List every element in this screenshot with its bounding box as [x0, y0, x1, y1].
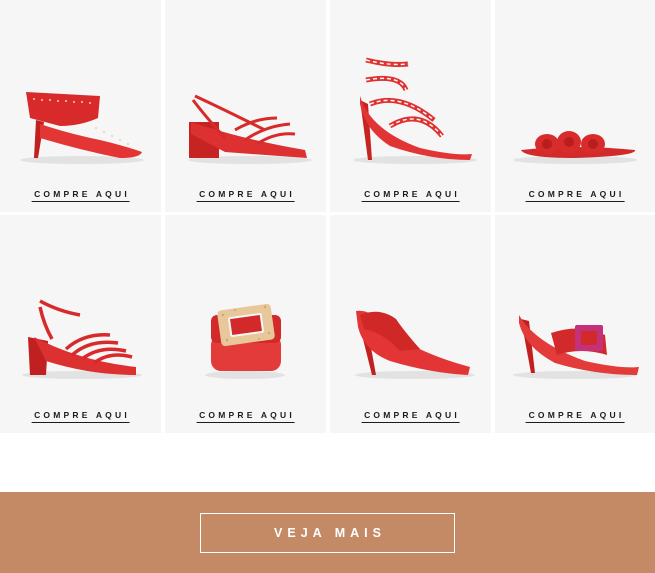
see-more-banner: VEJA MAIS: [0, 492, 655, 573]
buy-link[interactable]: COMPRE AQUI: [196, 410, 295, 423]
product-card[interactable]: COMPRE AQUI: [330, 215, 491, 433]
product-card[interactable]: COMPRE AQUI: [165, 0, 326, 212]
product-image[interactable]: [330, 0, 491, 178]
buy-link[interactable]: COMPRE AQUI: [525, 410, 625, 423]
see-more-button[interactable]: VEJA MAIS: [200, 513, 455, 553]
product-image[interactable]: [0, 215, 161, 393]
product-card[interactable]: COMPRE AQUI: [495, 215, 655, 433]
buy-link[interactable]: COMPRE AQUI: [196, 189, 295, 202]
product-grid: COMPRE AQUI COMPRE AQUI COMPRE AQUI COMP…: [0, 0, 655, 433]
product-image[interactable]: [165, 0, 326, 178]
product-image[interactable]: [330, 215, 491, 393]
product-card[interactable]: COMPRE AQUI: [330, 0, 491, 212]
product-image[interactable]: [495, 215, 655, 393]
buy-link[interactable]: COMPRE AQUI: [31, 410, 130, 423]
product-card[interactable]: COMPRE AQUI: [0, 0, 161, 212]
product-card[interactable]: COMPRE AQUI: [0, 215, 161, 433]
product-image[interactable]: [0, 0, 161, 178]
product-card[interactable]: COMPRE AQUI: [165, 215, 326, 433]
buy-link[interactable]: COMPRE AQUI: [31, 189, 130, 202]
buy-link[interactable]: COMPRE AQUI: [361, 189, 460, 202]
buy-link[interactable]: COMPRE AQUI: [525, 189, 625, 202]
buy-link[interactable]: COMPRE AQUI: [361, 410, 460, 423]
product-card[interactable]: COMPRE AQUI: [495, 0, 655, 212]
product-image[interactable]: [165, 215, 326, 393]
product-image[interactable]: [495, 0, 655, 178]
